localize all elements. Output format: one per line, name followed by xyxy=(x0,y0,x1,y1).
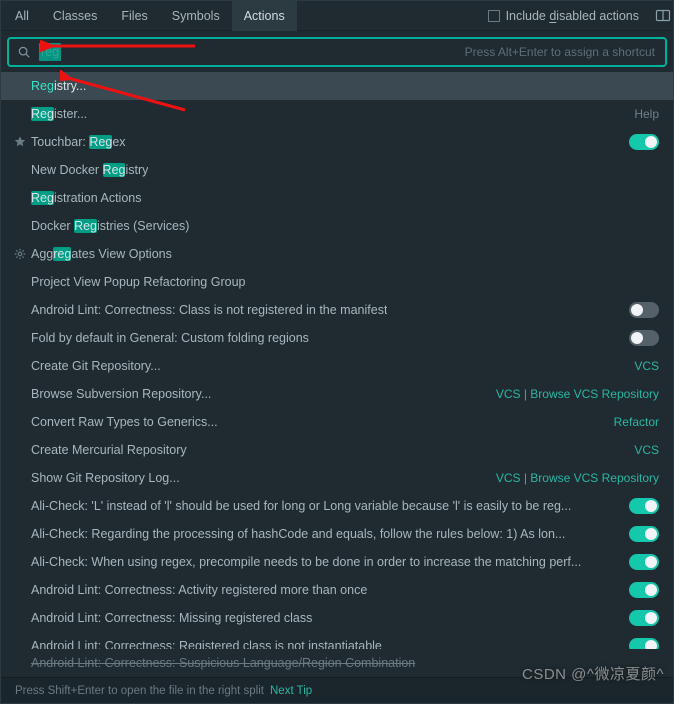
result-row[interactable]: Fold by default in General: Custom foldi… xyxy=(1,324,673,352)
toggle-switch[interactable] xyxy=(629,302,659,318)
gear-icon xyxy=(13,247,27,261)
result-context: VCS | Browse VCS Repository xyxy=(496,471,659,485)
result-row[interactable]: Registry... xyxy=(1,72,673,100)
result-row[interactable]: Android Lint: Correctness: Activity regi… xyxy=(1,576,673,604)
toggle-switch[interactable] xyxy=(629,134,659,150)
include-disabled-label: Include disabled actions xyxy=(506,9,639,23)
result-row[interactable]: Registration Actions xyxy=(1,184,673,212)
toggle-switch[interactable] xyxy=(629,554,659,570)
result-label: Create Git Repository... xyxy=(31,359,161,373)
result-label: Android Lint: Correctness: Suspicious La… xyxy=(31,656,415,670)
toggle-switch[interactable] xyxy=(629,582,659,598)
result-label: Touchbar: Regex xyxy=(31,135,126,149)
result-label: Docker Registries (Services) xyxy=(31,219,189,233)
result-label: Android Lint: Correctness: Class is not … xyxy=(31,303,387,317)
result-row[interactable]: Browse Subversion Repository... VCS | Bro… xyxy=(1,380,673,408)
footer-hint: Press Shift+Enter to open the file in th… xyxy=(15,685,264,697)
toggle-switch[interactable] xyxy=(629,638,659,649)
result-context: VCS | Browse VCS Repository xyxy=(496,387,659,401)
toggle-switch[interactable] xyxy=(629,498,659,514)
results-list: Registry... Register... Help Touchbar: Rege… xyxy=(1,72,673,649)
result-label: New Docker Registry xyxy=(31,163,148,177)
result-label: Register... xyxy=(31,107,87,121)
search-field[interactable]: Press Alt+Enter to assign a shortcut xyxy=(7,37,667,67)
next-tip-link[interactable]: Next Tip xyxy=(270,685,312,697)
result-label: Ali-Check: 'L' instead of 'l' should be … xyxy=(31,499,571,513)
result-row[interactable]: Aggregates View Options xyxy=(1,240,673,268)
watermark: CSDN @^微凉夏颜^ xyxy=(522,663,664,684)
result-row[interactable]: Touchbar: Regex xyxy=(1,128,673,156)
toggle-switch[interactable] xyxy=(629,526,659,542)
result-row[interactable]: Ali-Check: When using regex, precompile … xyxy=(1,548,673,576)
result-label: Android Lint: Correctness: Missing regis… xyxy=(31,611,312,625)
result-label: Create Mercurial Repository xyxy=(31,443,187,457)
toggle-switch[interactable] xyxy=(629,330,659,346)
result-label: Project View Popup Refactoring Group xyxy=(31,275,245,289)
result-context: VCS xyxy=(634,359,659,373)
result-label: Android Lint: Correctness: Activity regi… xyxy=(31,583,367,597)
result-label: Aggregates View Options xyxy=(31,247,172,261)
result-label: Browse Subversion Repository... xyxy=(31,387,211,401)
result-context: Refactor xyxy=(614,415,659,429)
project-selector-icon[interactable] xyxy=(655,8,671,24)
tab-classes[interactable]: Classes xyxy=(41,1,109,31)
star-icon xyxy=(13,135,27,149)
result-label: Convert Raw Types to Generics... xyxy=(31,415,218,429)
result-row[interactable]: Show Git Repository Log... VCS | Browse V… xyxy=(1,464,673,492)
tab-all[interactable]: All xyxy=(3,1,41,31)
result-row[interactable]: Android Lint: Correctness: Registered cl… xyxy=(1,632,673,649)
result-label: Fold by default in General: Custom foldi… xyxy=(31,331,309,345)
result-row[interactable]: Create Git Repository... VCS xyxy=(1,352,673,380)
result-label: Ali-Check: When using regex, precompile … xyxy=(31,555,581,569)
result-row[interactable]: Create Mercurial Repository VCS xyxy=(1,436,673,464)
tab-bar: All Classes Files Symbols Actions Includ… xyxy=(1,1,673,31)
search-icon xyxy=(17,45,31,59)
include-disabled-checkbox[interactable]: Include disabled actions xyxy=(480,1,647,31)
result-context: VCS xyxy=(634,443,659,457)
result-label: Registry... xyxy=(31,79,86,93)
result-label: Show Git Repository Log... xyxy=(31,471,180,485)
result-row[interactable]: Ali-Check: Regarding the processing of h… xyxy=(1,520,673,548)
result-row[interactable]: Android Lint: Correctness: Missing regis… xyxy=(1,604,673,632)
tab-symbols[interactable]: Symbols xyxy=(160,1,232,31)
tab-actions[interactable]: Actions xyxy=(232,1,297,31)
result-context: Help xyxy=(634,107,659,121)
result-row[interactable]: New Docker Registry xyxy=(1,156,673,184)
result-row[interactable]: Docker Registries (Services) xyxy=(1,212,673,240)
result-label: Android Lint: Correctness: Registered cl… xyxy=(31,639,382,649)
search-hint: Press Alt+Enter to assign a shortcut xyxy=(465,45,657,59)
result-row[interactable]: Project View Popup Refactoring Group xyxy=(1,268,673,296)
result-row[interactable]: Ali-Check: 'L' instead of 'l' should be … xyxy=(1,492,673,520)
result-row[interactable]: Convert Raw Types to Generics... Refactor xyxy=(1,408,673,436)
result-row[interactable]: Android Lint: Correctness: Class is not … xyxy=(1,296,673,324)
result-row[interactable]: Register... Help xyxy=(1,100,673,128)
tab-files[interactable]: Files xyxy=(109,1,159,31)
result-label: Ali-Check: Regarding the processing of h… xyxy=(31,527,565,541)
result-label: Registration Actions xyxy=(31,191,141,205)
checkbox-icon xyxy=(488,10,500,22)
toggle-switch[interactable] xyxy=(629,610,659,626)
